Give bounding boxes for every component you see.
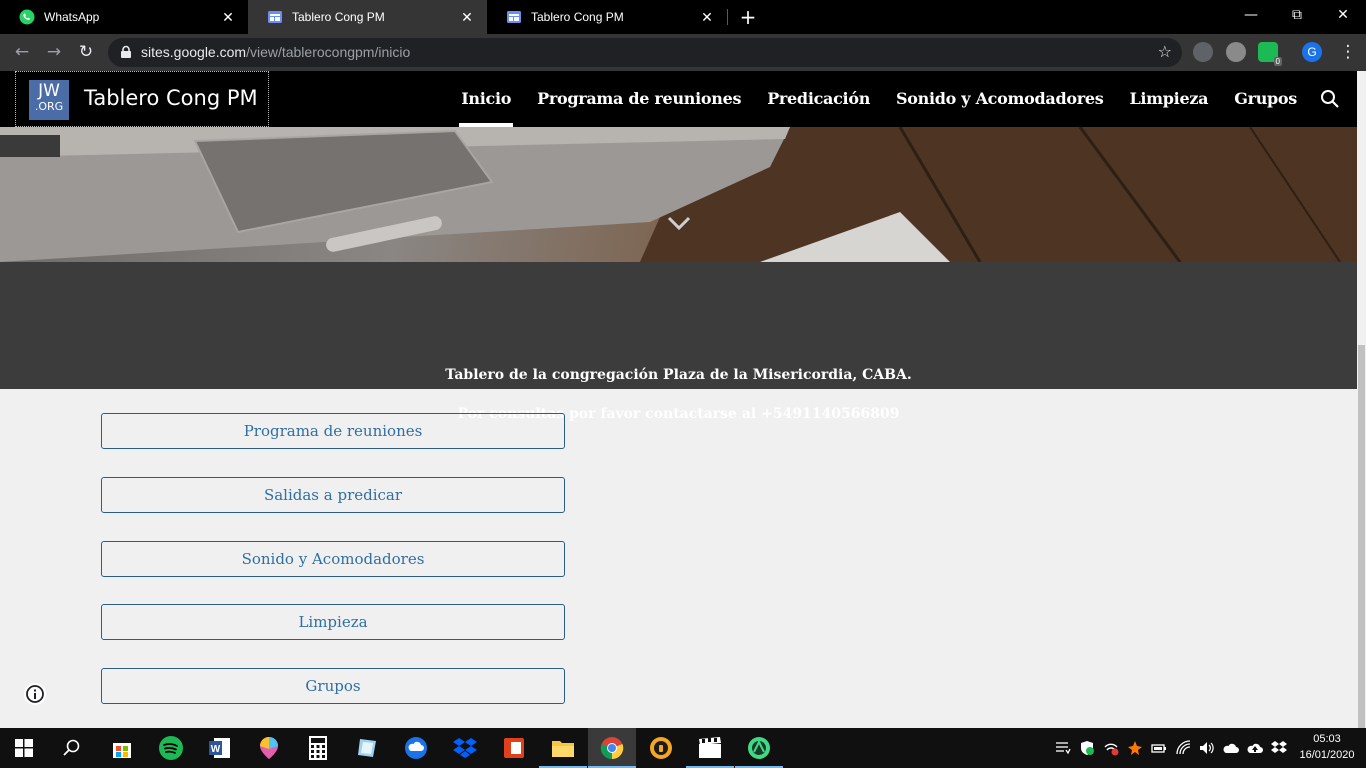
notepad-icon[interactable] [343,728,391,768]
vpn-icon[interactable] [637,728,685,768]
avast-icon[interactable] [1127,740,1143,756]
logo-text-org: .ORG [34,100,64,113]
scrollbar-thumb[interactable] [1358,345,1365,728]
close-tab-icon[interactable]: ✕ [457,9,477,26]
reload-button[interactable]: ↻ [74,40,98,64]
chevron-down-icon[interactable] [667,215,691,231]
video-editor-icon[interactable] [686,728,734,768]
profile-avatar[interactable]: G [1302,42,1322,62]
restore-button[interactable]: ⧉ [1274,0,1320,34]
logo-text-jw: JW [38,81,60,101]
cloud-backup-icon[interactable] [392,728,440,768]
browser-tab-strip: WhatsApp ✕ Tablero Cong PM ✕ Tablero Con… [0,0,1366,34]
forward-button[interactable]: → [42,40,66,64]
start-icon[interactable] [0,728,48,768]
cloud-upload-icon[interactable] [1247,740,1263,756]
calculator-icon[interactable] [294,728,342,768]
laptop-desk-photo [0,127,1357,262]
tab-title: Tablero Cong PM [292,10,385,24]
cast-extension-icon[interactable] [1193,42,1213,62]
network-extension-icon[interactable] [1103,740,1119,756]
site-navigation: Inicio Programa de reuniones Predicación… [435,71,1297,127]
back-button[interactable]: ← [10,40,34,64]
button-programa-de-reuniones[interactable]: Programa de reuniones [101,413,565,449]
bookmark-star-icon[interactable]: ☆ [1158,42,1172,61]
button-sonido-y-acomodadores[interactable]: Sonido y Acomodadores [101,541,565,577]
file-explorer-icon[interactable] [539,728,587,768]
onedrive-icon[interactable] [1223,740,1239,756]
spotify-icon[interactable] [147,728,195,768]
site-logo-link[interactable]: JW .ORG Tablero Cong PM [15,71,269,127]
system-clock[interactable]: 05:03 16/01/2020 [1292,731,1362,763]
tab-tablero-2[interactable]: Tablero Cong PM ✕ [487,0,727,34]
intro-section: Tablero de la congregación Plaza de la M… [0,262,1357,422]
url-text: sites.google.com/view/tablerocongpm/inic… [141,44,410,60]
minimize-button[interactable]: — [1228,0,1274,34]
lock-icon [121,45,131,58]
pdf-icon[interactable] [490,728,538,768]
dropbox-tray-icon[interactable] [1271,740,1287,756]
google-sites-icon [506,9,522,25]
url-host: sites.google.com [141,44,247,60]
intro-line-1: Tablero de la congregación Plaza de la M… [445,367,912,383]
extension-badge: 0 [1273,57,1282,66]
tab-whatsapp[interactable]: WhatsApp ✕ [0,0,248,34]
tab-divider [727,9,728,25]
google-sites-icon [267,9,283,25]
button-salidas-a-predicar[interactable]: Salidas a predicar [101,477,565,513]
tab-title: WhatsApp [44,10,100,24]
chrome-icon[interactable] [588,728,636,768]
whatsapp-icon [19,9,35,25]
wifi-icon[interactable] [1176,740,1192,756]
paint3d-icon[interactable] [245,728,293,768]
site-header: JW .ORG Tablero Cong PM Inicio Programa … [0,71,1357,127]
address-bar[interactable]: sites.google.com/view/tablerocongpm/inic… [108,38,1182,67]
volume-icon[interactable] [1199,740,1215,756]
jw-org-logo: JW .ORG [29,80,69,120]
browser-toolbar: ← → ↻ sites.google.com/view/tablerocongp… [0,34,1366,71]
action-center-notes-icon[interactable] [1055,740,1071,756]
windows-taskbar: W 05:03 16/01/2020 [0,728,1366,768]
nav-grupos[interactable]: Grupos [1234,71,1297,127]
hero-banner-image [0,127,1357,262]
ublock-extension-icon[interactable]: 0 [1258,42,1282,66]
tab-tablero-1[interactable]: Tablero Cong PM ✕ [248,0,487,34]
close-tab-icon[interactable]: ✕ [697,9,717,26]
close-window-button[interactable]: ✕ [1320,0,1366,34]
nav-programa-de-reuniones[interactable]: Programa de reuniones [537,71,741,127]
dropbox-icon[interactable] [441,728,489,768]
android-studio-icon[interactable] [735,728,783,768]
nav-inicio[interactable]: Inicio [459,71,513,127]
nav-sonido-y-acomodadores[interactable]: Sonido y Acomodadores [896,71,1104,127]
word-icon[interactable]: W [196,728,244,768]
battery-icon[interactable] [1151,740,1167,756]
info-icon[interactable] [24,683,46,705]
extension-icon[interactable] [1226,42,1246,62]
new-tab-button[interactable]: + [736,5,760,29]
security-shield-icon[interactable] [1079,740,1095,756]
page-scrollbar[interactable] [1357,71,1366,728]
search-icon[interactable] [48,728,96,768]
search-icon[interactable] [1319,88,1341,110]
clock-date: 16/01/2020 [1299,749,1355,761]
store-icon[interactable] [98,728,146,768]
clock-time: 05:03 [1313,733,1341,745]
page-content: JW .ORG Tablero Cong PM Inicio Programa … [0,71,1357,728]
nav-limpieza[interactable]: Limpieza [1129,71,1208,127]
svg-text:W: W [211,744,221,755]
menu-icon[interactable]: ⋮ [1336,40,1360,64]
url-path: /view/tablerocongpm/inicio [246,44,411,60]
nav-predicacion[interactable]: Predicación [767,71,870,127]
button-grupos[interactable]: Grupos [101,668,565,704]
button-limpieza[interactable]: Limpieza [101,604,565,640]
close-tab-icon[interactable]: ✕ [218,9,238,26]
site-title: Tablero Cong PM [84,86,258,110]
tab-title: Tablero Cong PM [531,10,624,24]
